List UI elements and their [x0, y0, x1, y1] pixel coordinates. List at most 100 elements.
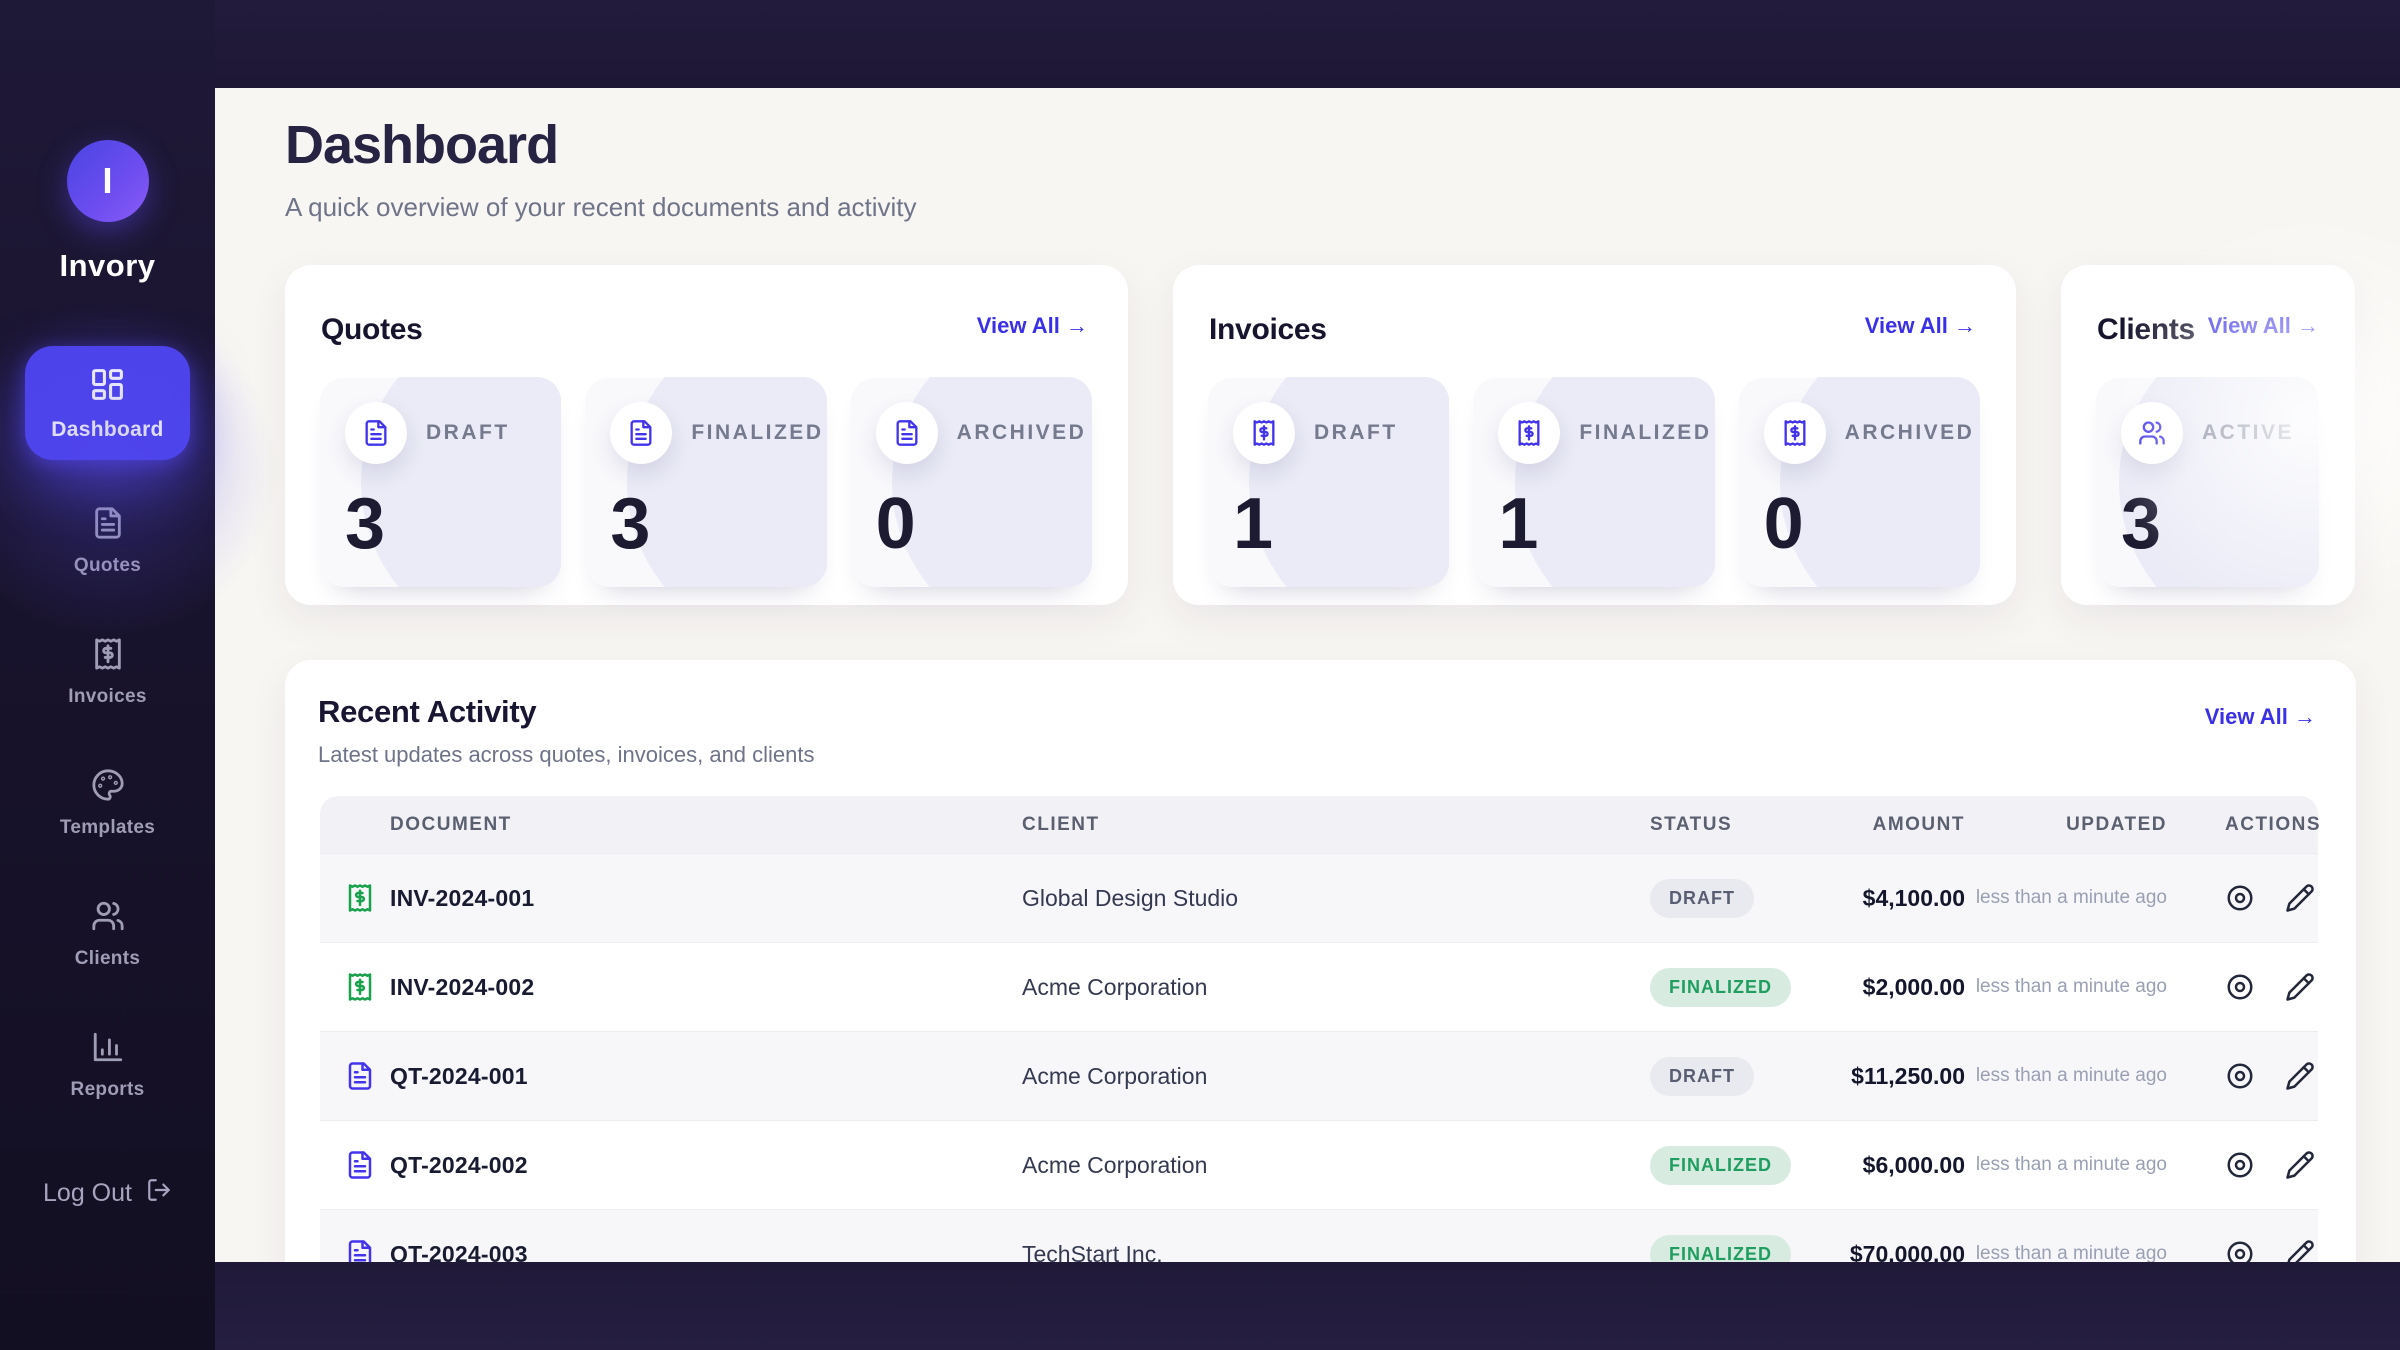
edit-button[interactable] [2285, 1150, 2315, 1180]
table-row[interactable]: INV-2024-001 Global Design Studio DRAFT … [320, 853, 2318, 942]
document-id: INV-2024-001 [390, 885, 1022, 912]
stat-label: DRAFT [1314, 421, 1398, 445]
receipt-icon [91, 637, 125, 676]
stat-tile: ARCHIVED 0 [1739, 377, 1980, 587]
row-actions [2167, 972, 2318, 1002]
logout-label: Log Out [43, 1179, 132, 1208]
file-text-icon [345, 402, 407, 464]
table-row[interactable]: QT-2024-003 TechStart Inc. FINALIZED $70… [320, 1209, 2318, 1262]
edit-button[interactable] [2285, 1061, 2315, 1091]
invoices-card-title: Invoices [1209, 313, 1327, 347]
stat-label: FINALIZED [1579, 421, 1711, 445]
eye-icon [2225, 1257, 2255, 1262]
pencil-icon [2285, 990, 2315, 1005]
updated-timestamp: less than a minute ago [1965, 1063, 2167, 1089]
sidebar-item-label: Templates [60, 817, 155, 839]
view-button[interactable] [2225, 972, 2255, 1002]
quotes-view-all-link[interactable]: View All → [977, 313, 1088, 339]
column-header-status: STATUS [1650, 814, 1820, 836]
eye-icon [2225, 1168, 2255, 1183]
stat-label: ARCHIVED [957, 421, 1087, 445]
file-text-icon [610, 402, 672, 464]
pencil-icon [2285, 1168, 2315, 1183]
sidebar-item-dashboard[interactable]: Dashboard [25, 346, 190, 460]
view-button[interactable] [2225, 1150, 2255, 1180]
row-actions [2167, 1239, 2318, 1262]
column-header-updated: UPDATED [1965, 814, 2167, 836]
client-name: Acme Corporation [1022, 974, 1650, 1001]
status-badge: FINALIZED [1650, 1235, 1791, 1263]
stat-value: 0 [876, 488, 1092, 560]
stat-label: FINALIZED [691, 421, 823, 445]
status-badge: FINALIZED [1650, 968, 1791, 1007]
quotes-card: Quotes View All → DRAFT 3 [285, 265, 1128, 605]
pencil-icon [2285, 1257, 2315, 1262]
table-row[interactable]: QT-2024-001 Acme Corporation DRAFT $11,2… [320, 1031, 2318, 1120]
amount-value: $2,000.00 [1820, 974, 1965, 1001]
sidebar-item-label: Reports [71, 1079, 145, 1101]
page-title: Dashboard [285, 114, 2400, 176]
stat-value: 1 [1233, 488, 1449, 560]
document-type-icon [345, 1150, 390, 1180]
stat-value: 3 [2121, 488, 2319, 560]
sidebar: I Invory Dashboard Quotes Invoices Templ [0, 0, 215, 1350]
edit-button[interactable] [2285, 972, 2315, 1002]
sidebar-item-label: Dashboard [51, 418, 163, 442]
activity-table-header: DOCUMENT CLIENT STATUS AMOUNT UPDATED AC… [320, 796, 2318, 853]
sidebar-item-clients[interactable]: Clients [25, 883, 190, 984]
stat-tile: DRAFT 1 [1208, 377, 1449, 587]
updated-timestamp: less than a minute ago [1965, 974, 2167, 1000]
client-name: Global Design Studio [1022, 885, 1650, 912]
document-type-icon [345, 1239, 390, 1262]
logout-icon [146, 1177, 172, 1210]
row-actions [2167, 1061, 2318, 1091]
receipt-icon [1764, 402, 1826, 464]
view-button[interactable] [2225, 1061, 2255, 1091]
document-id: QT-2024-003 [390, 1241, 1022, 1263]
row-actions [2167, 1150, 2318, 1180]
invoices-stat-tiles: DRAFT 1 FINALIZED 1 [1173, 347, 2016, 587]
sidebar-nav: Dashboard Quotes Invoices Templates Clie… [0, 346, 215, 1115]
recent-activity-card: Recent Activity Latest updates across qu… [285, 660, 2356, 1262]
amount-value: $70,000.00 [1820, 1241, 1965, 1263]
column-header-client: CLIENT [1022, 814, 1650, 836]
document-type-icon [345, 883, 390, 913]
stat-value: 0 [1764, 488, 1980, 560]
view-button[interactable] [2225, 1239, 2255, 1262]
stat-value: 1 [1498, 488, 1714, 560]
invoices-view-all-link[interactable]: View All → [1865, 313, 1976, 339]
stat-label: ACTIVE [2202, 421, 2294, 445]
layout-dashboard-icon [89, 366, 126, 408]
eye-icon [2225, 901, 2255, 916]
brand-name: Invory [59, 248, 155, 284]
brand-initial: I [102, 160, 112, 202]
brand-logo: I [67, 140, 149, 222]
quotes-card-title: Quotes [321, 313, 423, 347]
column-header-amount: AMOUNT [1820, 814, 1965, 836]
summary-cards-row: Quotes View All → DRAFT 3 [285, 265, 2356, 605]
sidebar-item-quotes[interactable]: Quotes [25, 490, 190, 591]
sidebar-item-reports[interactable]: Reports [25, 1014, 190, 1115]
stat-tile: FINALIZED 1 [1473, 377, 1714, 587]
stat-value: 3 [610, 488, 826, 560]
row-actions [2167, 883, 2318, 913]
client-name: Acme Corporation [1022, 1063, 1650, 1090]
file-text-icon [876, 402, 938, 464]
clients-view-all-link[interactable]: View All → [2208, 313, 2319, 339]
edit-button[interactable] [2285, 1239, 2315, 1262]
sidebar-item-templates[interactable]: Templates [25, 752, 190, 853]
stat-tile: FINALIZED 3 [585, 377, 826, 587]
edit-button[interactable] [2285, 883, 2315, 913]
view-button[interactable] [2225, 883, 2255, 913]
logout-button[interactable]: Log Out [0, 1177, 215, 1210]
clients-card-title: Clients [2097, 313, 2195, 347]
table-row[interactable]: INV-2024-002 Acme Corporation FINALIZED … [320, 942, 2318, 1031]
stat-tile: DRAFT 3 [320, 377, 561, 587]
clients-card: Clients View All → ACTIVE 3 [2061, 265, 2355, 605]
activity-view-all-link[interactable]: View All → [2205, 704, 2316, 730]
table-row[interactable]: QT-2024-002 Acme Corporation FINALIZED $… [320, 1120, 2318, 1209]
sidebar-item-label: Quotes [74, 555, 141, 577]
sidebar-item-invoices[interactable]: Invoices [25, 621, 190, 722]
pencil-icon [2285, 1079, 2315, 1094]
updated-timestamp: less than a minute ago [1965, 1241, 2167, 1262]
